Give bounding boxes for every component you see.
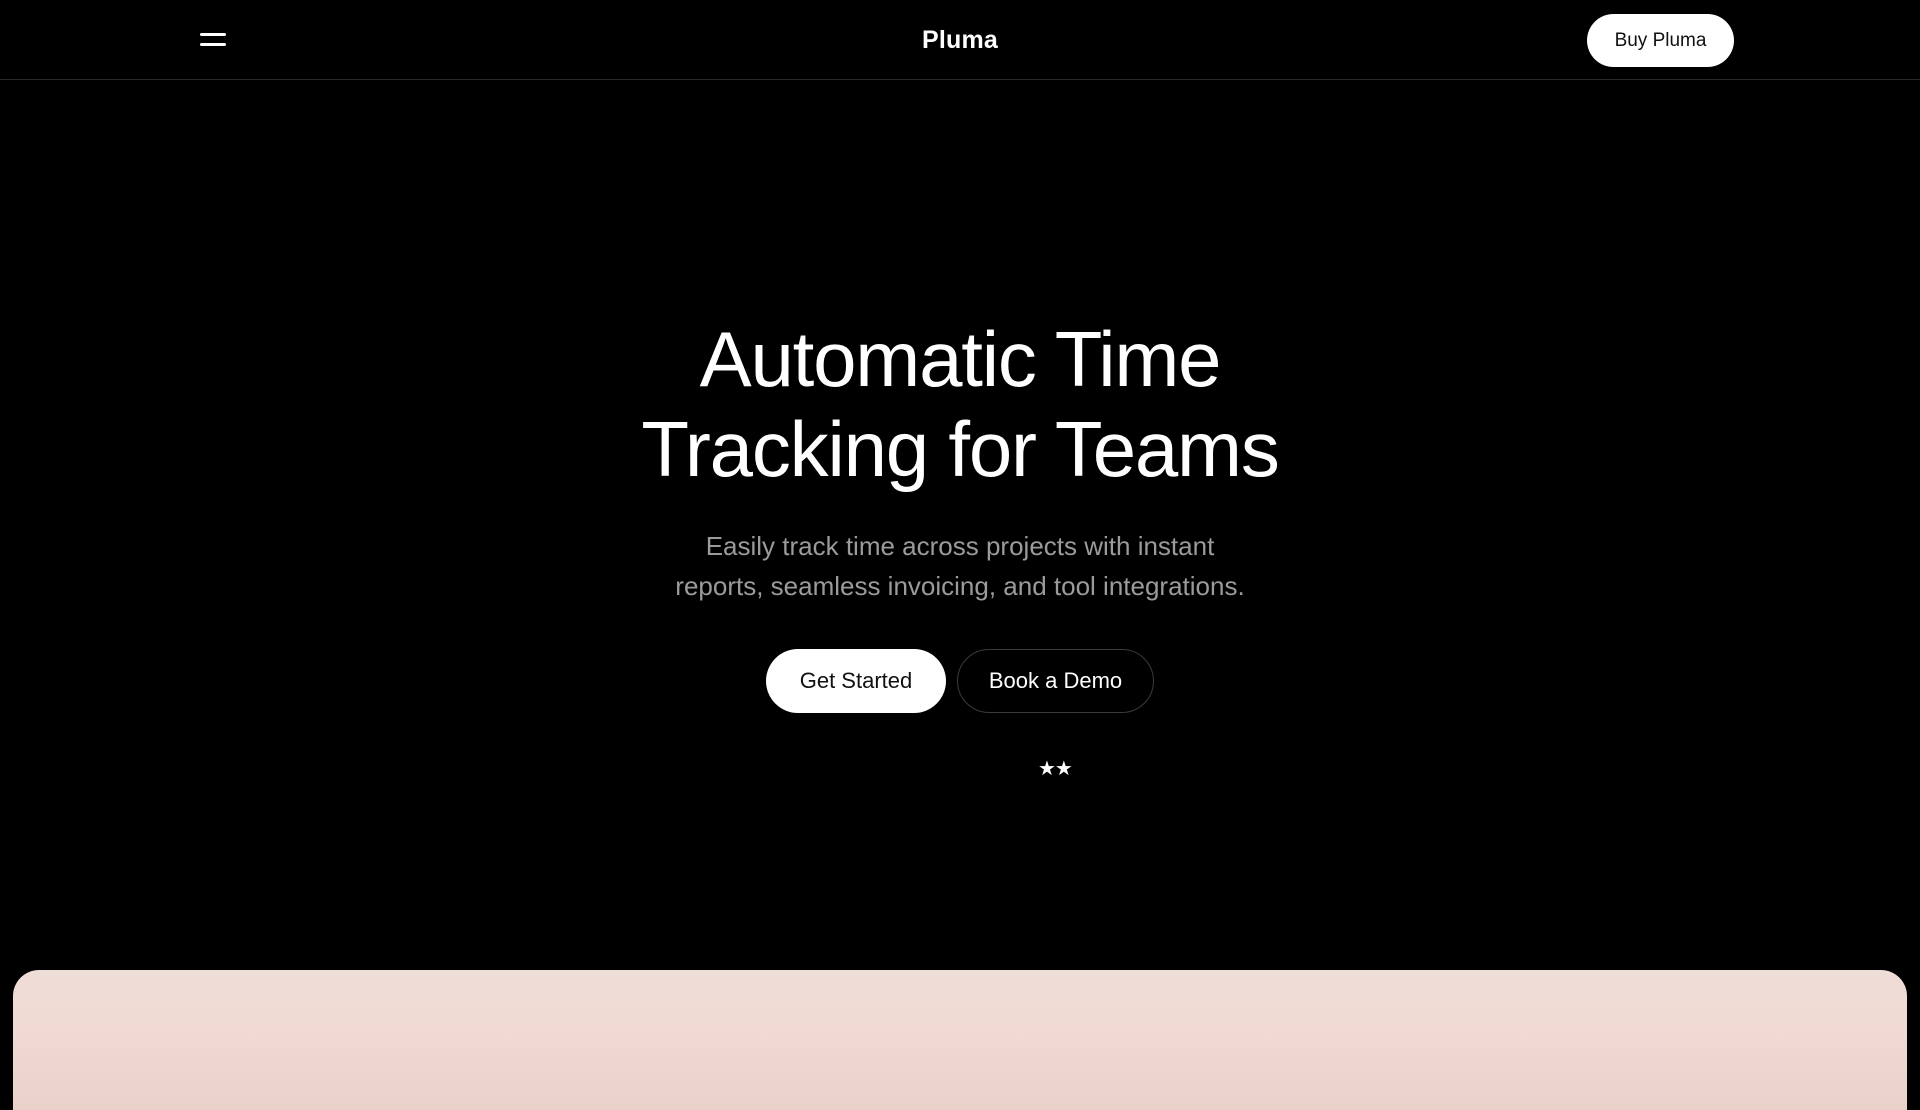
buy-pluma-button[interactable]: Buy Pluma <box>1587 14 1734 67</box>
top-navigation-bar: Pluma Buy Pluma <box>0 0 1920 80</box>
rating-stars-icon: ★★ <box>1038 756 1073 780</box>
hero-title: Automatic Time Tracking for Teams <box>460 314 1460 494</box>
hero-subtitle-line: Easily track time across projects with i… <box>705 531 1215 561</box>
book-demo-button[interactable]: Book a Demo <box>957 649 1154 713</box>
hero-subtitle-line: reports, seamless invoicing, and tool in… <box>675 571 1245 601</box>
brand-logo[interactable]: Pluma <box>860 22 1060 58</box>
product-preview-panel <box>13 970 1907 1110</box>
hero-subtitle: Easily track time across projects with i… <box>560 526 1360 606</box>
hamburger-menu-icon[interactable] <box>196 28 230 52</box>
hero-title-line: Tracking for Teams <box>641 405 1279 493</box>
menu-line <box>200 33 226 36</box>
get-started-button[interactable]: Get Started <box>766 649 946 713</box>
menu-line <box>200 43 226 46</box>
hero-title-line: Automatic Time <box>699 315 1222 403</box>
